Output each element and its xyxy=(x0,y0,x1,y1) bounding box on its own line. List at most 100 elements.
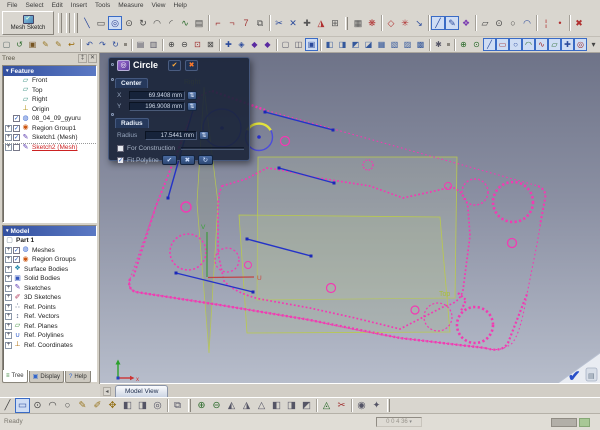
print-button[interactable]: ▤ xyxy=(134,38,147,51)
visibility-checkbox[interactable]: ✓ xyxy=(13,247,20,254)
spline-tool[interactable]: ∿ xyxy=(178,16,192,30)
tree-item-front[interactable]: ▱Front xyxy=(3,76,96,86)
arc-tool[interactable]: ↻ xyxy=(136,16,150,30)
section-toggle[interactable] xyxy=(111,63,114,66)
split-tool[interactable]: ✚ xyxy=(300,16,314,30)
rotate-button[interactable]: ◈ xyxy=(235,38,248,51)
fit-remove-button[interactable]: ✖ xyxy=(180,155,195,165)
save-button[interactable]: ▣ xyxy=(26,38,39,51)
view-back-button[interactable]: ◨ xyxy=(336,38,349,51)
expander-icon[interactable]: + xyxy=(5,294,12,301)
visibility-checkbox[interactable]: ✓ xyxy=(13,256,20,263)
tab-tree[interactable]: ≡Tree xyxy=(2,370,28,383)
fit-apply-button[interactable]: ✔ xyxy=(162,155,177,165)
selection-mode-button[interactable]: ✱ xyxy=(432,38,445,51)
tree-item-part-1[interactable]: ▢Part 1 xyxy=(3,236,96,246)
viewport-single-button[interactable]: ▢ xyxy=(279,38,292,51)
viewport-quad-button[interactable]: ▣ xyxy=(305,38,318,51)
expander-icon[interactable]: + xyxy=(5,275,12,282)
linear-pattern-tool[interactable]: ▦ xyxy=(351,16,365,30)
y-value-field[interactable]: 196.9008 mm xyxy=(129,102,185,111)
view-left-button[interactable]: ◩ xyxy=(349,38,362,51)
tree-item-sketch1-mesh[interactable]: +✓✎Sketch1 (Mesh) xyxy=(3,133,96,143)
menu-insert[interactable]: Insert xyxy=(67,1,91,10)
filter-planes-button[interactable]: ▱ xyxy=(548,38,561,51)
filter-regions-button[interactable]: ◎ xyxy=(574,38,587,51)
pick-point-button[interactable]: ◉ xyxy=(354,398,369,413)
offset-loop-tool[interactable]: ⧉ xyxy=(253,16,267,30)
pattern-box-tool[interactable]: ⊞ xyxy=(328,16,342,30)
select-all-button[interactable]: ⊙ xyxy=(470,38,483,51)
menu-file[interactable]: File xyxy=(3,1,21,10)
view-top-button[interactable]: ▦ xyxy=(375,38,388,51)
tab-display[interactable]: ▣Display xyxy=(29,371,64,383)
cube-view-b-button[interactable]: ◨ xyxy=(284,398,299,413)
close-panel-button[interactable]: ✕ xyxy=(88,54,97,63)
filter-points-button[interactable]: ✚ xyxy=(561,38,574,51)
mesh-sketch-button[interactable]: ✔ Mesh Sketch xyxy=(2,11,54,35)
mirror-tool[interactable]: ◮ xyxy=(314,16,328,30)
tree-item-top[interactable]: ▱Top xyxy=(3,86,96,96)
select-zoom-button[interactable]: ⊕ xyxy=(457,38,470,51)
adjust-polyline-tool[interactable]: ✎ xyxy=(445,16,459,30)
tree-item-solid-bodies[interactable]: +▣Solid Bodies xyxy=(3,274,96,284)
pan-button[interactable]: ✚ xyxy=(222,38,235,51)
merge-points-tool[interactable]: ✖ xyxy=(572,16,586,30)
section-toggle[interactable] xyxy=(111,78,114,81)
new-file-button[interactable]: ▢ xyxy=(0,38,13,51)
filter-rectangles-button[interactable]: ▭ xyxy=(496,38,509,51)
section-cut-button[interactable]: ✂ xyxy=(334,398,349,413)
target-view-button[interactable]: ◎ xyxy=(150,398,165,413)
expander-icon[interactable]: + xyxy=(5,313,12,320)
sketch-plane[interactable] xyxy=(239,215,450,333)
wireframe-mode-button[interactable]: ◨ xyxy=(135,398,150,413)
tree-item-ref-polylines[interactable]: +∪Ref. Polylines xyxy=(3,331,96,341)
x-value-field[interactable]: 69.9408 mm xyxy=(129,91,185,100)
viewport-split-button[interactable]: ◫ xyxy=(292,38,305,51)
tree-item-region-group1[interactable]: +✓◉Region Group1 xyxy=(3,124,96,134)
filter-splines-button[interactable]: ∿ xyxy=(535,38,548,51)
zoom-in-button[interactable]: ⊕ xyxy=(165,38,178,51)
tangent-arc-tool[interactable]: ◠ xyxy=(150,16,164,30)
circular-pattern-tool[interactable]: ❋ xyxy=(365,16,379,30)
filter-lines-button[interactable]: ╱ xyxy=(483,38,496,51)
copy-view-button[interactable]: ⧉ xyxy=(170,398,185,413)
fillet-tool[interactable]: ⌐ xyxy=(211,16,225,30)
construction-line-tool[interactable]: ¦ xyxy=(539,16,553,30)
tree-item-ref-points[interactable]: +∴Ref. Points xyxy=(3,303,96,313)
zoom-window-button[interactable]: ⊡ xyxy=(191,38,204,51)
tree-item-sketch2-mesh[interactable]: +✎Sketch2 (Mesh) xyxy=(3,143,96,153)
center-section-header[interactable]: Center xyxy=(115,78,148,88)
circle-center-point[interactable] xyxy=(257,135,261,139)
selection-counter[interactable]: 0 0 4 36 ▾ xyxy=(376,417,422,427)
expander-icon[interactable]: + xyxy=(5,304,12,311)
expander-icon[interactable]: + xyxy=(5,125,12,132)
pan-view-button[interactable]: ✥ xyxy=(105,398,120,413)
smart-dimension-tool[interactable]: ↘ xyxy=(412,16,426,30)
view-right-button[interactable]: ◪ xyxy=(362,38,375,51)
zoom-out-button[interactable]: ⊖ xyxy=(178,38,191,51)
three-point-arc-tool[interactable]: ◜ xyxy=(164,16,178,30)
mesh-display-button[interactable]: ◬ xyxy=(319,398,334,413)
view-arc-button[interactable]: ◠ xyxy=(45,398,60,413)
view-bottom-button[interactable]: ▧ xyxy=(388,38,401,51)
tree-item-origin[interactable]: ⊥Origin xyxy=(3,105,96,115)
view-normal-button[interactable]: ▩ xyxy=(414,38,427,51)
tree-item-meshes[interactable]: +✓◍Meshes xyxy=(3,246,96,256)
fit-options-button[interactable]: ↻ xyxy=(198,155,213,165)
view-line-button[interactable]: ╱ xyxy=(0,398,15,413)
parallelogram-tool[interactable]: ▱ xyxy=(478,16,492,30)
tree-item-3d-sketches[interactable]: +✐3D Sketches xyxy=(3,293,96,303)
menu-measure[interactable]: Measure xyxy=(114,1,147,10)
tree-item-sketches[interactable]: +✎Sketches xyxy=(3,284,96,294)
point-tool[interactable]: • xyxy=(553,16,567,30)
elliptical-arc-tool[interactable]: ◠ xyxy=(520,16,534,30)
zoom-fit-button[interactable]: ⊠ xyxy=(204,38,217,51)
export-button[interactable]: ✎ xyxy=(39,38,52,51)
expander-icon[interactable]: + xyxy=(5,332,12,339)
visibility-checkbox[interactable] xyxy=(13,144,20,151)
convert-entities-tool[interactable]: ◇ xyxy=(384,16,398,30)
auto-sketch-tool[interactable]: ✳ xyxy=(398,16,412,30)
view-previous-button[interactable]: ◆ xyxy=(248,38,261,51)
menu-edit[interactable]: Edit xyxy=(48,1,67,10)
